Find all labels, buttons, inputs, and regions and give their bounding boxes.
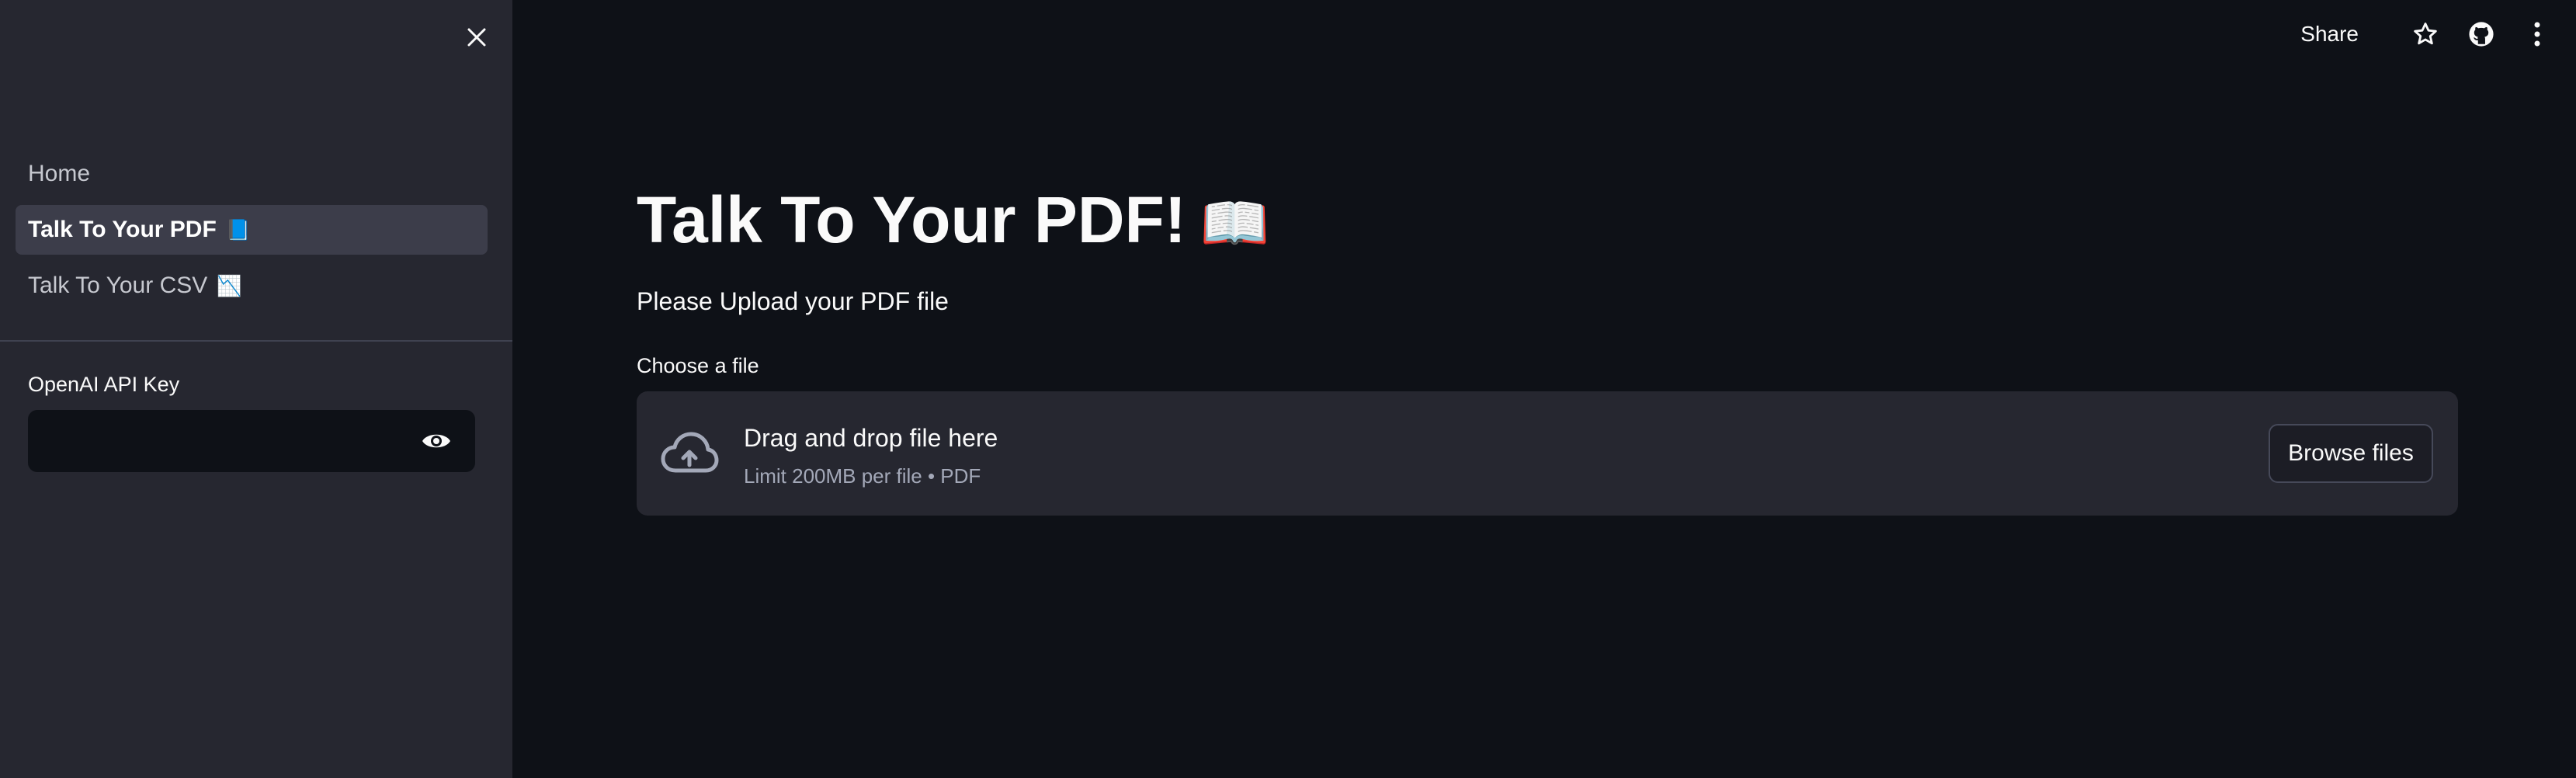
sidebar-nav: Home Talk To Your PDF 📘 Talk To Your CSV… [16, 149, 488, 317]
sidebar-item-talk-to-pdf[interactable]: Talk To Your PDF 📘 [16, 205, 488, 255]
star-button[interactable] [2410, 19, 2441, 50]
sidebar: Home Talk To Your PDF 📘 Talk To Your CSV… [0, 0, 512, 778]
more-vertical-icon [2534, 22, 2540, 47]
sidebar-item-home[interactable]: Home [16, 149, 488, 199]
page-title-text: Talk To Your PDF! [637, 183, 1186, 256]
file-dropzone[interactable]: Drag and drop file here Limit 200MB per … [637, 391, 2458, 516]
book-emoji-icon: 📘 [225, 217, 252, 241]
github-icon [2469, 22, 2494, 47]
close-sidebar-button[interactable] [458, 19, 495, 56]
api-key-input[interactable] [28, 410, 393, 472]
sidebar-item-talk-to-csv[interactable]: Talk To Your CSV 📉 [16, 261, 488, 311]
main-menu-button[interactable] [2522, 19, 2553, 50]
sidebar-item-label: Talk To Your PDF [28, 217, 217, 242]
chart-emoji-icon: 📉 [217, 273, 242, 297]
show-password-button[interactable] [421, 425, 452, 457]
file-uploader-label: Choose a file [637, 354, 759, 377]
api-key-field [28, 410, 475, 472]
top-toolbar: Share [2300, 17, 2553, 51]
open-book-emoji-icon: 📖 [1199, 193, 1270, 255]
close-icon [467, 28, 486, 47]
api-key-label: OpenAI API Key [28, 373, 180, 396]
browse-files-button[interactable]: Browse files [2269, 424, 2433, 483]
dropzone-limit-text: Limit 200MB per file • PDF [744, 464, 981, 488]
dropzone-instructions: Drag and drop file here [744, 424, 998, 452]
page-title: Talk To Your PDF! 📖 [637, 177, 1269, 266]
cloud-upload-icon [661, 432, 719, 473]
app-root: Home Talk To Your PDF 📘 Talk To Your CSV… [0, 0, 2576, 778]
eye-icon [422, 434, 450, 448]
page-subtitle: Please Upload your PDF file [637, 287, 949, 315]
sidebar-divider [0, 340, 512, 342]
share-button[interactable]: Share [2300, 22, 2359, 47]
sidebar-item-label: Home [28, 161, 91, 186]
sidebar-item-label: Talk To Your CSV [28, 273, 208, 298]
star-icon [2414, 23, 2437, 45]
github-button[interactable] [2466, 19, 2497, 50]
